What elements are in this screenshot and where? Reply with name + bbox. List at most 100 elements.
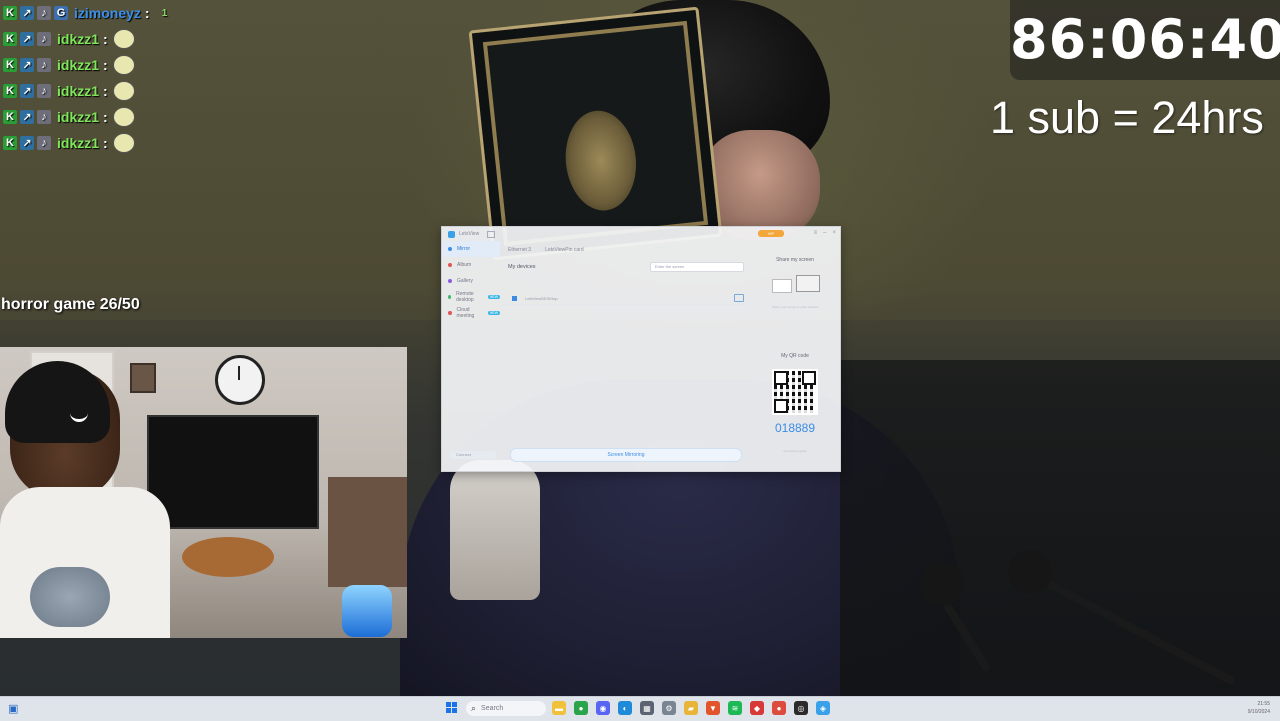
folder-icon[interactable]: ▰ [684,701,698,715]
tab-ethernet[interactable]: Ethernet 3 [508,247,531,253]
sidebar-item[interactable]: Cloud meeting NEW [442,305,500,321]
start-icon[interactable] [446,702,458,714]
qr-label: My QR code [781,353,809,359]
menu-icon[interactable]: ≡ [814,230,818,236]
emote-icon [112,81,135,101]
podium-shadow [840,360,1280,696]
screen-icon[interactable] [487,230,496,238]
screen-mirroring-button[interactable]: Screen Mirroring [510,448,742,462]
webcam-tv [147,415,319,529]
minimize-icon[interactable]: – [823,230,826,236]
discord-icon[interactable]: ◉ [596,701,610,715]
letsview-logo-icon [448,230,455,238]
chat-username[interactable]: idkzz1 [57,83,99,99]
app-title: LetsView [459,231,480,237]
chat-username[interactable]: idkzz1 [57,57,99,73]
tab-pin-card[interactable]: LetsViewPin card [545,247,584,253]
chat-username[interactable]: izimoneyz [74,5,141,21]
badge-icon: ↗ [20,84,34,98]
emote-icon [112,29,135,49]
spotify-icon[interactable]: ≋ [728,701,742,715]
chat-username[interactable]: idkzz1 [57,135,99,151]
chat-message: K ↗ ♪ idkzz1: [0,130,220,156]
emote-icon [112,133,135,153]
sidebar-item[interactable]: Album [442,257,500,273]
microphone-left [920,562,964,606]
clock-date: 9/10/2024 [1247,709,1270,715]
device-icon [512,295,517,301]
badge-icon: ♪ [37,84,51,98]
letsview-window[interactable]: LetsView VIP ≡ – × Mirror Album Gallery Rem… [441,226,841,472]
sidebar-item[interactable]: Mirror [442,241,500,257]
chrome-icon[interactable]: ● [574,701,588,715]
vip-badge[interactable]: VIP [758,230,784,237]
letsview-icon[interactable]: ◈ [816,701,830,715]
sidebar-item-label: Remote desktop [456,291,474,303]
emote-icon [112,55,135,75]
share-description: Share your screen to other devices [771,305,819,309]
webcam-feed [0,347,407,638]
obs-icon[interactable]: ◎ [794,701,808,715]
webcam-picture-frame [130,363,156,393]
qr-corner-icon [774,399,788,413]
sidebar-dot-icon [448,247,452,251]
badge-icon: K [3,84,17,98]
badge-icon: ♪ [37,58,51,72]
shirt-graphic [30,567,110,627]
sidebar-dot-icon [448,263,452,267]
edge-icon[interactable]: ◐ [618,701,632,715]
share-panel: Share my screen Share your screen to oth… [754,257,836,453]
system-clock[interactable]: 21:55 9/10/2024 [1248,700,1270,716]
qr-code-icon [772,369,818,415]
streamer-shirt [0,487,170,638]
chat-colon: : [103,57,108,73]
taskbar-search[interactable]: ⌕ Search [466,701,546,716]
my-devices-title: My devices [508,264,536,270]
sidebar-item[interactable]: Remote desktop NEW [442,289,500,305]
sidebar-dot-icon [448,311,452,315]
new-tag: NEW [487,295,500,299]
emote-icon [112,107,135,127]
connection-guide-link[interactable]: Connection guide [754,449,836,453]
device-row[interactable]: LetsViewDESKtop [504,292,744,305]
chat-username[interactable]: idkzz1 [57,31,99,47]
shield-icon[interactable]: ◆ [750,701,764,715]
find-device-select[interactable]: Enter the screen [650,262,744,272]
badge-icon: ↗ [20,110,34,124]
share-screens-icon [770,275,820,295]
speaker-hand [450,460,540,600]
subathon-timer: 86:06:40 [1010,8,1280,71]
sidebar-item[interactable]: Gallery [442,273,500,289]
title-bar[interactable]: LetsView VIP ≡ – × [442,227,840,241]
badge-icon: G [54,6,68,20]
badge-icon: ♪ [37,136,51,150]
horror-progress-label: horror game 26/50 [1,296,140,313]
sidebar-dot-icon [448,295,452,299]
brave-icon[interactable]: ▼ [706,701,720,715]
message-icon[interactable] [734,294,744,302]
widgets-icon[interactable]: ▣ [8,702,20,715]
close-icon[interactable]: × [832,230,836,236]
badge-icon: K [3,6,17,20]
search-icon: ⌕ [471,703,477,713]
qr-corner-icon [774,371,788,385]
chrome-alt-icon[interactable]: ● [772,701,786,715]
chat-username[interactable]: idkzz1 [57,109,99,125]
badge-icon: ↗ [20,136,34,150]
webcam-speaker [342,585,392,637]
sub-rule-label: 1 sub = 24hrs [990,92,1264,143]
connect-button[interactable]: Connect [450,451,496,459]
settings-icon[interactable]: ⚙ [662,701,676,715]
chat-message: K ↗ ♪ idkzz1: [0,26,220,52]
file-explorer-icon[interactable]: ▬ [552,701,566,715]
badge-icon: ↗ [20,6,34,20]
sidebar-dot-icon [448,279,452,283]
chat-colon: : [103,31,108,47]
devices-header: My devices Enter the screen [504,262,744,272]
beanie-logo [70,413,88,422]
pin-code: 018889 [774,421,816,435]
calculator-icon[interactable]: ▦ [640,701,654,715]
badge-icon: ↗ [20,32,34,46]
monitor-icon [796,275,820,292]
badge-icon: ↗ [20,58,34,72]
